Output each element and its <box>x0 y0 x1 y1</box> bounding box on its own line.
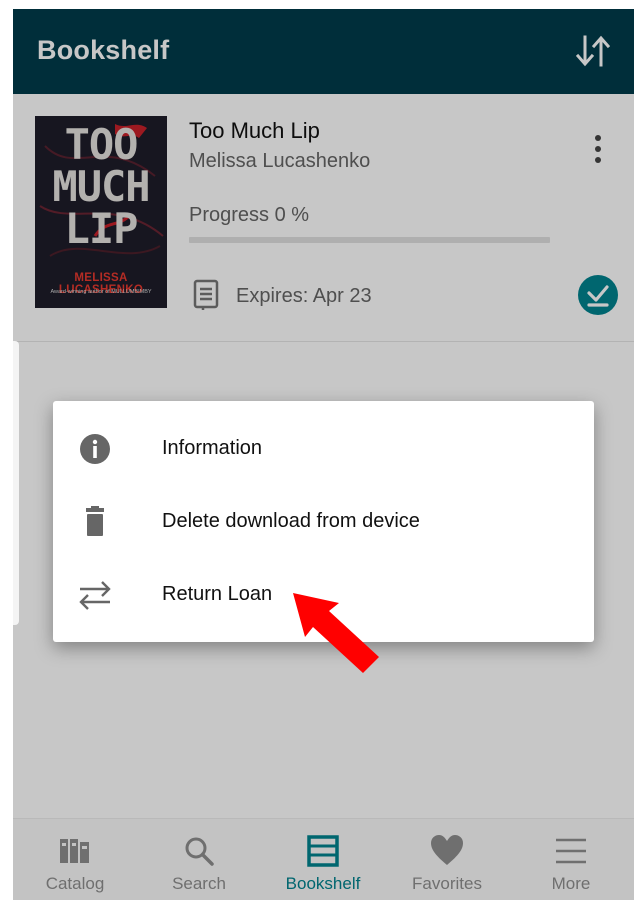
annotation-arrow-icon <box>293 593 379 673</box>
trash-icon <box>86 506 104 536</box>
menu-item-label: Return Loan <box>162 583 273 605</box>
menu-item-information[interactable]: Information <box>53 413 594 485</box>
menu-item-label: Delete download from device <box>162 510 420 532</box>
side-drawer-edge <box>13 341 19 625</box>
info-icon <box>80 434 110 464</box>
swap-arrows-icon <box>79 581 111 610</box>
menu-item-delete-download[interactable]: Delete download from device <box>53 486 594 558</box>
menu-item-label: Information <box>162 437 263 459</box>
app-screen: Bookshelf TOO MUCH LIP MELISSA LUCASHENK… <box>13 9 634 900</box>
